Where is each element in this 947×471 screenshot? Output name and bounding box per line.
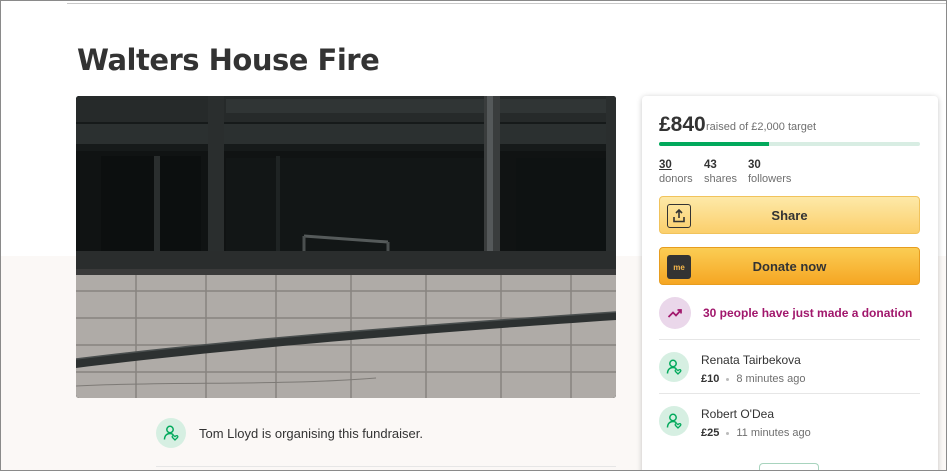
followers-label: followers bbox=[748, 173, 792, 185]
organiser-text: Tom Lloyd is organising this fundraiser. bbox=[199, 425, 424, 441]
stat-donors[interactable]: 30 donors bbox=[659, 158, 693, 186]
progress-bar bbox=[659, 142, 920, 146]
fire-damaged-building-image bbox=[76, 96, 616, 398]
page: Walters House Fire Tom Lloyd is organisi… bbox=[0, 0, 947, 471]
donor-name: Robert O'Dea bbox=[701, 407, 774, 421]
see-all-button[interactable] bbox=[759, 463, 819, 470]
organiser-divider bbox=[156, 466, 616, 467]
share-label: Share bbox=[771, 207, 808, 223]
gofundme-logo-icon: me bbox=[667, 255, 691, 279]
campaign-image[interactable] bbox=[76, 96, 616, 398]
organiser-avatar bbox=[156, 418, 186, 448]
donation-card: £840 raised of £2,000 target 30 donors 4… bbox=[642, 96, 938, 470]
donate-icon-text: me bbox=[673, 262, 685, 272]
stat-shares: 43 shares bbox=[704, 158, 737, 186]
stat-followers: 30 followers bbox=[748, 158, 791, 186]
donation-amount: £25 bbox=[701, 427, 720, 439]
page-title: Walters House Fire bbox=[77, 43, 380, 77]
target-text: raised of £2,000 target bbox=[706, 121, 817, 133]
donor-name: Renata Tairbekova bbox=[701, 353, 801, 367]
user-heart-icon bbox=[163, 425, 179, 441]
recent-donations-banner: 30 people have just made a donation bbox=[659, 297, 912, 329]
progress-fill bbox=[659, 142, 769, 146]
share-icon bbox=[667, 204, 691, 228]
donation-item: Robert O'Dea £25 11 minutes ago bbox=[659, 406, 811, 441]
donors-label: donors bbox=[659, 173, 693, 185]
shares-count: 43 bbox=[704, 159, 717, 171]
donation-time: 8 minutes ago bbox=[736, 373, 806, 385]
user-heart-icon bbox=[666, 413, 682, 429]
divider bbox=[659, 393, 920, 394]
separator-dot bbox=[726, 431, 730, 435]
donor-avatar bbox=[659, 406, 689, 436]
donate-button[interactable]: me Donate now bbox=[659, 247, 920, 285]
trending-up-icon bbox=[659, 297, 691, 329]
header-divider bbox=[67, 3, 946, 4]
donation-amount: £10 bbox=[701, 373, 720, 385]
shares-label: shares bbox=[704, 173, 738, 185]
followers-count: 30 bbox=[748, 159, 761, 171]
divider bbox=[659, 339, 920, 340]
donation-item: Renata Tairbekova £10 8 minutes ago bbox=[659, 352, 805, 387]
separator-dot bbox=[726, 377, 730, 381]
raised-amount: £840 bbox=[659, 113, 706, 136]
organiser-row: Tom Lloyd is organising this fundraiser. bbox=[156, 418, 423, 448]
donors-count[interactable]: 30 bbox=[659, 158, 693, 172]
user-heart-icon bbox=[666, 359, 682, 375]
recent-donations-text: 30 people have just made a donation bbox=[703, 306, 913, 320]
donation-time: 11 minutes ago bbox=[736, 427, 811, 439]
share-button[interactable]: Share bbox=[659, 196, 920, 234]
donate-label: Donate now bbox=[752, 258, 827, 274]
donor-avatar bbox=[659, 352, 689, 382]
